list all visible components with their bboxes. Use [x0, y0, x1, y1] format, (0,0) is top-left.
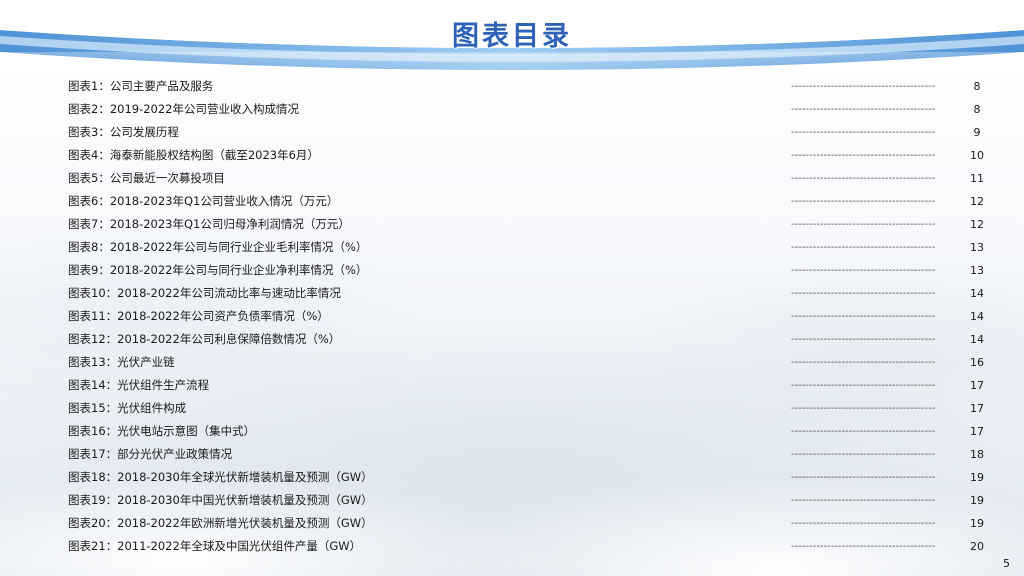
- toc-page-number: 18: [970, 448, 984, 461]
- toc-page-number: 17: [970, 425, 984, 438]
- toc-list: 图表1：公司主要产品及服务 ---------------------------…: [68, 75, 992, 558]
- toc-entry[interactable]: 图表1：公司主要产品及服务 ---------------------------…: [68, 75, 992, 98]
- toc-leader-dashes: ----------------------------------------: [791, 541, 936, 552]
- toc-page-number: 14: [970, 333, 984, 346]
- toc-page-number: 17: [970, 402, 984, 415]
- toc-entry-label: 图表15：光伏组件构成: [68, 401, 187, 415]
- slide-number: 5: [1003, 557, 1010, 570]
- toc-entry[interactable]: 图表17：部分光伏产业政策情况 -------------------------…: [68, 443, 992, 466]
- toc-entry[interactable]: 图表19：2018-2030年中国光伏新增装机量及预测（GW） ---------…: [68, 489, 992, 512]
- toc-page-number: 16: [970, 356, 984, 369]
- toc-page-number: 14: [970, 310, 984, 323]
- toc-entry[interactable]: 图表10：2018-2022年公司流动比率与速动比率情况 ------------…: [68, 282, 992, 305]
- toc-leader-dashes: ----------------------------------------: [791, 150, 936, 161]
- toc-entry-label: 图表12：2018-2022年公司利息保障倍数情况（%）: [68, 332, 341, 346]
- toc-entry-label: 图表18：2018-2030年全球光伏新增装机量及预测（GW）: [68, 470, 373, 484]
- toc-entry[interactable]: 图表6：2018-2023年Q1公司营业收入情况（万元） ------------…: [68, 190, 992, 213]
- toc-entry-label: 图表11：2018-2022年公司资产负债率情况（%）: [68, 309, 329, 323]
- toc-leader-dashes: ----------------------------------------: [791, 380, 936, 391]
- toc-page-number: 10: [970, 149, 984, 162]
- toc-entry[interactable]: 图表18：2018-2030年全球光伏新增装机量及预测（GW） ---------…: [68, 466, 992, 489]
- toc-page-number: 19: [970, 494, 984, 507]
- toc-leader-dashes: ----------------------------------------: [791, 173, 936, 184]
- toc-entry-label: 图表8：2018-2022年公司与同行业企业毛利率情况（%）: [68, 240, 368, 254]
- toc-leader-dashes: ----------------------------------------: [791, 495, 936, 506]
- toc-leader-dashes: ----------------------------------------: [791, 196, 936, 207]
- toc-leader-dashes: ----------------------------------------: [791, 219, 936, 230]
- toc-entry[interactable]: 图表11：2018-2022年公司资产负债率情况（%） -------------…: [68, 305, 992, 328]
- toc-leader-dashes: ----------------------------------------: [791, 242, 936, 253]
- toc-entry-label: 图表4：海泰新能股权结构图（截至2023年6月）: [68, 148, 319, 162]
- toc-page-number: 17: [970, 379, 984, 392]
- toc-entry-label: 图表14：光伏组件生产流程: [68, 378, 210, 392]
- toc-entry-label: 图表20：2018-2022年欧洲新增光伏装机量及预测（GW）: [68, 516, 373, 530]
- toc-entry[interactable]: 图表16：光伏电站示意图（集中式） -----------------------…: [68, 420, 992, 443]
- toc-leader-dashes: ----------------------------------------: [791, 334, 936, 345]
- toc-page-number: 13: [970, 241, 984, 254]
- toc-page-number: 14: [970, 287, 984, 300]
- toc-page-number: 13: [970, 264, 984, 277]
- toc-page-number: 8: [973, 103, 981, 116]
- toc-entry-label: 图表17：部分光伏产业政策情况: [68, 447, 233, 461]
- toc-entry[interactable]: 图表13：光伏产业链 ------------------------------…: [68, 351, 992, 374]
- toc-entry[interactable]: 图表21：2011-2022年全球及中国光伏组件产量（GW） ----------…: [68, 535, 992, 558]
- toc-page-number: 9: [973, 126, 981, 139]
- toc-entry-label: 图表5：公司最近一次募投项目: [68, 171, 225, 185]
- toc-leader-dashes: ----------------------------------------: [791, 265, 936, 276]
- toc-leader-dashes: ----------------------------------------: [791, 403, 936, 414]
- toc-leader-dashes: ----------------------------------------: [791, 426, 936, 437]
- toc-entry-label: 图表6：2018-2023年Q1公司营业收入情况（万元）: [68, 194, 339, 208]
- toc-entry-label: 图表9：2018-2022年公司与同行业企业净利率情况（%）: [68, 263, 368, 277]
- toc-entry[interactable]: 图表2：2019-2022年公司营业收入构成情况 ----------------…: [68, 98, 992, 121]
- toc-entry[interactable]: 图表20：2018-2022年欧洲新增光伏装机量及预测（GW） ---------…: [68, 512, 992, 535]
- toc-leader-dashes: ----------------------------------------: [791, 127, 936, 138]
- toc-entry-label: 图表1：公司主要产品及服务: [68, 79, 214, 93]
- toc-entry[interactable]: 图表7：2018-2023年Q1公司归母净利润情况（万元） -----------…: [68, 213, 992, 236]
- toc-entry-label: 图表7：2018-2023年Q1公司归母净利润情况（万元）: [68, 217, 350, 231]
- toc-entry[interactable]: 图表8：2018-2022年公司与同行业企业毛利率情况（%） ----------…: [68, 236, 992, 259]
- toc-leader-dashes: ----------------------------------------: [791, 81, 936, 92]
- toc-leader-dashes: ----------------------------------------: [791, 311, 936, 322]
- toc-page-number: 20: [970, 540, 984, 553]
- toc-entry-label: 图表13：光伏产业链: [68, 355, 175, 369]
- toc-leader-dashes: ----------------------------------------: [791, 518, 936, 529]
- toc-page-number: 8: [973, 80, 981, 93]
- toc-entry-label: 图表16：光伏电站示意图（集中式）: [68, 424, 256, 438]
- toc-entry-label: 图表21：2011-2022年全球及中国光伏组件产量（GW）: [68, 539, 362, 553]
- toc-entry[interactable]: 图表15：光伏组件构成 -----------------------------…: [68, 397, 992, 420]
- toc-page-number: 19: [970, 517, 984, 530]
- toc-entry[interactable]: 图表14：光伏组件生产流程 ---------------------------…: [68, 374, 992, 397]
- toc-entry[interactable]: 图表5：公司最近一次募投项目 --------------------------…: [68, 167, 992, 190]
- toc-entry-label: 图表10：2018-2022年公司流动比率与速动比率情况: [68, 286, 341, 300]
- toc-leader-dashes: ----------------------------------------: [791, 104, 936, 115]
- toc-entry-label: 图表19：2018-2030年中国光伏新增装机量及预测（GW）: [68, 493, 373, 507]
- toc-entry[interactable]: 图表9：2018-2022年公司与同行业企业净利率情况（%） ----------…: [68, 259, 992, 282]
- toc-page-number: 19: [970, 471, 984, 484]
- toc-leader-dashes: ----------------------------------------: [791, 472, 936, 483]
- toc-entry[interactable]: 图表3：公司发展历程 ------------------------------…: [68, 121, 992, 144]
- toc-leader-dashes: ----------------------------------------: [791, 449, 936, 460]
- toc-entry-label: 图表2：2019-2022年公司营业收入构成情况: [68, 102, 299, 116]
- toc-page-number: 12: [970, 218, 984, 231]
- toc-leader-dashes: ----------------------------------------: [791, 357, 936, 368]
- toc-page-number: 12: [970, 195, 984, 208]
- toc-entry-label: 图表3：公司发展历程: [68, 125, 179, 139]
- toc-leader-dashes: ----------------------------------------: [791, 288, 936, 299]
- page-title: 图表目录: [452, 21, 572, 52]
- toc-entry[interactable]: 图表12：2018-2022年公司利息保障倍数情况（%） ------------…: [68, 328, 992, 351]
- toc-entry[interactable]: 图表4：海泰新能股权结构图（截至2023年6月） ----------------…: [68, 144, 992, 167]
- toc-page-number: 11: [970, 172, 984, 185]
